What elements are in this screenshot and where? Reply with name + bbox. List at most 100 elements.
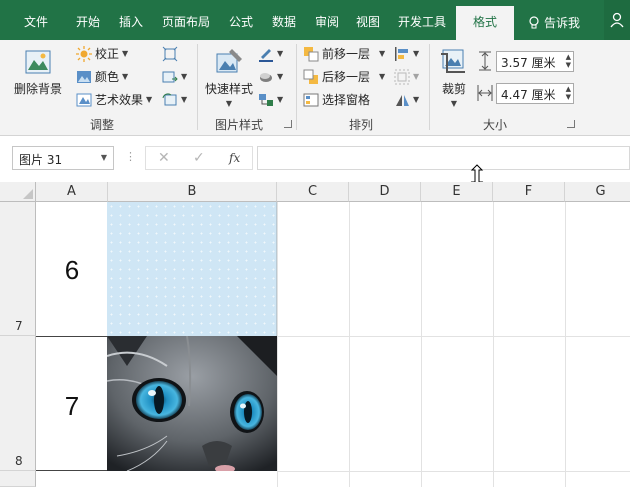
- row-header-9[interactable]: [0, 471, 36, 487]
- tell-me-search[interactable]: 告诉我: [528, 14, 580, 31]
- row-number: 7: [15, 319, 23, 333]
- group-separator: [429, 44, 430, 130]
- width-icon: [477, 85, 493, 101]
- gridline: [277, 202, 278, 487]
- formula-bar: 图片 31 ▼ ⋮ ✕ ✓ fx: [0, 136, 630, 182]
- name-box-value: 图片 31: [19, 153, 63, 167]
- artistic-effects-button[interactable]: 艺术效果 ▼: [76, 92, 152, 108]
- chevron-down-icon: ▼: [122, 49, 129, 58]
- tab-home[interactable]: 开始: [76, 14, 100, 30]
- chevron-down-icon: ▼: [413, 49, 420, 58]
- width-value: 4.47 厘米: [501, 88, 556, 102]
- chevron-down-icon: ▼: [277, 49, 284, 58]
- enter-icon[interactable]: ✓: [193, 150, 205, 166]
- crop-button[interactable]: 裁剪 ▼: [436, 46, 472, 108]
- quick-styles-label: 快速样式: [204, 82, 253, 96]
- gridline: [277, 471, 630, 472]
- chevron-down-icon: ▼: [413, 95, 420, 104]
- tab-page-layout[interactable]: 页面布局: [162, 14, 210, 30]
- height-input[interactable]: 3.57 厘米 ▲ ▼: [496, 51, 574, 72]
- width-input[interactable]: 4.47 厘米 ▲ ▼: [496, 83, 574, 104]
- user-icon: [610, 12, 624, 28]
- align-icon: [395, 47, 408, 61]
- chevron-down-icon: ▼: [277, 72, 284, 81]
- compress-pictures-button[interactable]: [162, 46, 178, 62]
- picture-border-button[interactable]: ▼: [258, 46, 283, 62]
- chevron-down-icon: ▼: [379, 49, 386, 58]
- bring-forward-button[interactable]: 前移一层 ▼: [303, 46, 385, 62]
- column-header-c[interactable]: C: [277, 182, 349, 202]
- sun-icon: [76, 46, 92, 62]
- cell-a7[interactable]: 6: [36, 255, 108, 286]
- selection-pane-button[interactable]: 选择窗格: [303, 92, 370, 108]
- picture-31[interactable]: [107, 202, 277, 336]
- size-launcher[interactable]: [567, 120, 575, 128]
- tell-me-label: 告诉我: [544, 16, 581, 30]
- group-objects-icon: [394, 69, 410, 85]
- chevron-down-icon: ▼: [181, 95, 188, 104]
- width-spinner[interactable]: ▲ ▼: [566, 85, 571, 101]
- picture-effects-button[interactable]: ▼: [258, 69, 283, 85]
- group-separator: [296, 44, 297, 130]
- chevron-down-icon[interactable]: ▼: [101, 153, 107, 162]
- color-button[interactable]: 颜色 ▼: [76, 69, 128, 85]
- remove-background-button[interactable]: 删除背景: [12, 46, 64, 97]
- column-header-f[interactable]: F: [493, 182, 565, 202]
- tab-view[interactable]: 视图: [356, 14, 380, 30]
- rotate-button[interactable]: ▼: [394, 92, 419, 108]
- tab-file[interactable]: 文件: [24, 14, 48, 30]
- column-header-d[interactable]: D: [349, 182, 421, 202]
- tab-format[interactable]: 格式: [456, 6, 515, 40]
- compress-icon: [162, 46, 178, 62]
- select-all-corner[interactable]: [0, 182, 36, 202]
- tab-developer[interactable]: 开发工具: [398, 14, 446, 30]
- row-header-7[interactable]: 7: [0, 202, 36, 336]
- adjust-group-label: 调整: [90, 118, 115, 132]
- chevron-down-icon: ▼: [122, 72, 129, 81]
- insert-function-icon[interactable]: fx: [229, 151, 240, 165]
- corrections-button[interactable]: 校正 ▼: [76, 46, 128, 62]
- column-header-a[interactable]: A: [36, 182, 108, 202]
- height-spinner[interactable]: ▲ ▼: [566, 53, 571, 69]
- cat-picture[interactable]: [107, 336, 277, 471]
- tab-insert[interactable]: 插入: [119, 14, 143, 30]
- corrections-label: 校正: [95, 47, 120, 61]
- cell-a8[interactable]: 7: [36, 391, 108, 422]
- chevron-down-icon: ▼: [225, 99, 233, 108]
- name-box[interactable]: 图片 31 ▼: [12, 146, 114, 170]
- height-value: 3.57 厘米: [501, 56, 556, 70]
- formula-input[interactable]: [257, 146, 630, 170]
- reset-picture-button[interactable]: ▼: [162, 92, 187, 108]
- change-picture-button[interactable]: ▼: [162, 69, 187, 85]
- send-backward-label: 后移一层: [322, 70, 371, 84]
- align-button[interactable]: ▼: [394, 46, 419, 62]
- group-objects-button[interactable]: ▼: [394, 69, 419, 85]
- row-number: 8: [15, 454, 23, 468]
- chevron-down-icon: ▼: [146, 95, 153, 104]
- chevron-down-icon: ▼: [413, 72, 420, 81]
- row-header-8[interactable]: 8: [0, 336, 36, 471]
- send-backward-button[interactable]: 后移一层 ▼: [303, 69, 385, 85]
- quick-styles-icon: [216, 49, 242, 73]
- quick-styles-button[interactable]: 快速样式 ▼: [204, 46, 254, 108]
- group-separator: [197, 44, 198, 130]
- column-header-b[interactable]: B: [108, 182, 277, 202]
- chevron-down-icon: ▼: [379, 72, 386, 81]
- cancel-icon[interactable]: ✕: [158, 150, 170, 166]
- tab-formulas[interactable]: 公式: [229, 14, 253, 30]
- gridline: [421, 202, 422, 487]
- column-header-g[interactable]: G: [565, 182, 630, 202]
- account-button[interactable]: [604, 0, 630, 40]
- size-group-label: 大小: [483, 118, 508, 132]
- selection-pane-label: 选择窗格: [322, 93, 371, 107]
- picture-styles-launcher[interactable]: [284, 120, 292, 128]
- tab-data[interactable]: 数据: [272, 14, 296, 30]
- height-icon: [479, 51, 491, 71]
- tab-review[interactable]: 审阅: [315, 14, 339, 30]
- more-options-icon[interactable]: ⋮: [125, 150, 136, 163]
- picture-layout-button[interactable]: ▼: [258, 92, 283, 108]
- crop-icon: [441, 49, 465, 73]
- column-header-e[interactable]: E: [421, 182, 493, 202]
- ribbon-tab-bar: 文件 开始 插入 页面布局 公式 数据 审阅 视图 开发工具 格式 告诉我: [0, 0, 630, 40]
- artistic-effects-label: 艺术效果: [95, 93, 144, 107]
